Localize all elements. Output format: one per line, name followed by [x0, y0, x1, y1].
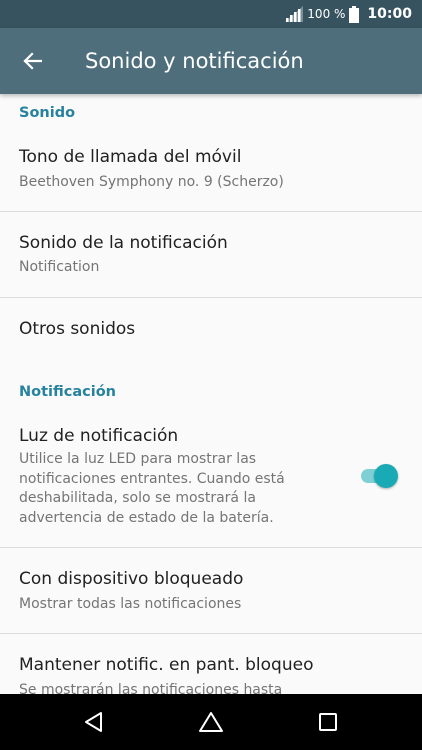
notification-light-description-line: notificaciones entrantes. Cuando está [19, 470, 285, 487]
notification-light-toggle[interactable] [359, 462, 399, 490]
notification-light-title: Luz de notificación [19, 426, 179, 446]
status-bar: 100 % 10:00 [0, 0, 422, 28]
home-icon [199, 712, 223, 732]
ringtone-setting[interactable]: Tono de llamada del móvil Beethoven Symp… [0, 132, 422, 210]
nav-recents-button[interactable] [298, 694, 358, 750]
keep-lockscreen-title: Mantener notific. en pant. bloqueo [19, 655, 314, 675]
ringtone-value: Beethoven Symphony no. 9 (Scherzo) [19, 174, 284, 190]
notification-light-setting[interactable]: Luz de notificación Utilice la luz LED p… [0, 412, 422, 547]
back-button[interactable] [12, 41, 52, 81]
battery-percent: 100 % [307, 7, 346, 21]
settings-list: Sonido Tono de llamada del móvil Beethov… [0, 94, 422, 694]
page-title: Sonido y notificación [85, 49, 304, 73]
section-header-sound: Sonido [19, 105, 76, 121]
clock: 10:00 [367, 6, 412, 22]
notification-light-description-line: deshabilitada, solo se mostrará la [19, 490, 256, 506]
locked-device-setting[interactable]: Con dispositivo bloqueado Mostrar todas … [0, 548, 422, 633]
ringtone-title: Tono de llamada del móvil [19, 147, 242, 167]
section-header-notification: Notificación [19, 384, 116, 400]
app-bar: Sonido y notificación [0, 28, 422, 94]
nav-home-button[interactable] [181, 694, 241, 750]
notification-light-description-line: advertencia de estado de la batería. [19, 509, 274, 526]
notification-sound-setting[interactable]: Sonido de la notificación Notification [0, 212, 422, 297]
status-icons: 100 % 10:00 [285, 0, 412, 28]
toggle-thumb [374, 464, 398, 488]
locked-device-value: Mostrar todas las notificaciones [19, 596, 242, 612]
other-sounds-setting[interactable]: Otros sonidos [0, 298, 422, 362]
recents-icon [319, 713, 337, 731]
notification-light-description-line: Utilice la luz LED para mostrar las [19, 451, 257, 467]
locked-device-title: Con dispositivo bloqueado [19, 569, 244, 589]
nav-back-button[interactable] [64, 694, 124, 750]
notification-sound-title: Sonido de la notificación [19, 233, 228, 253]
back-triangle-icon [85, 712, 102, 732]
other-sounds-title: Otros sonidos [19, 319, 136, 339]
navigation-bar [0, 694, 422, 750]
signal-icon [285, 6, 304, 22]
keep-lockscreen-value: Se mostrarán las notificaciones hasta [19, 682, 283, 694]
battery-icon [349, 5, 360, 23]
arrow-left-icon [23, 52, 42, 70]
notification-sound-value: Notification [19, 259, 100, 275]
keep-lockscreen-setting[interactable]: Mantener notific. en pant. bloqueo Se mo… [0, 634, 422, 694]
